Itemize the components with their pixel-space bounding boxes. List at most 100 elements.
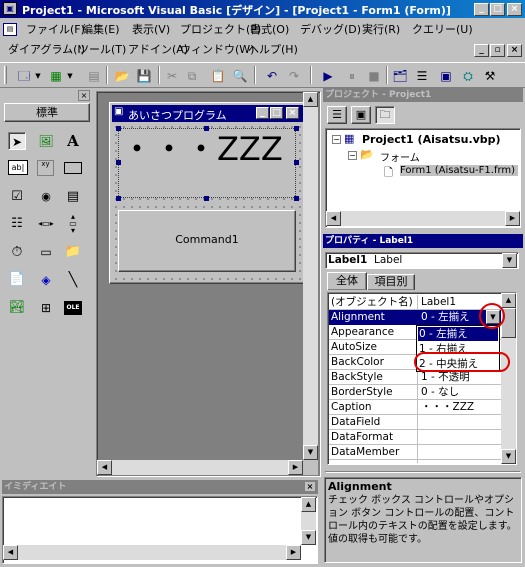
paste-icon[interactable]: 📋 [210, 68, 226, 84]
text-box-tool-icon[interactable]: ab| [8, 160, 28, 175]
menu-edit[interactable]: 編集(E) [82, 21, 120, 39]
view-code-icon[interactable]: ☰ [327, 106, 347, 124]
property-row-caption[interactable]: Caption ・・・ZZZ [329, 400, 501, 415]
tree-expand-icon[interactable]: − [332, 135, 341, 144]
menu-file[interactable]: ファイル(F) [26, 21, 85, 39]
command1-button[interactable]: Command1 [118, 210, 296, 272]
tree-expand-icon[interactable]: − [348, 151, 357, 160]
immediate-scroll-right-icon[interactable]: ▶ [286, 545, 301, 560]
find-icon[interactable]: 🔍 [232, 68, 248, 84]
toolbar-grip[interactable] [4, 66, 7, 84]
menu-query[interactable]: クエリー(U) [412, 21, 473, 39]
menu-diagram[interactable]: ダイアグラム(I) [8, 41, 85, 59]
object-selector[interactable]: Label1 Label ▼ [325, 252, 519, 269]
project-scroll-right-icon[interactable]: ▶ [505, 211, 520, 226]
alignment-option-left[interactable]: 0 - 左揃え [418, 327, 498, 341]
designer-scroll-left-icon[interactable]: ◀ [97, 460, 112, 475]
immediate-scroll-left-icon[interactable]: ◀ [3, 545, 18, 560]
project-scroll-left-icon[interactable]: ◀ [326, 211, 341, 226]
designer-scroll-up-icon[interactable]: ▲ [303, 92, 318, 107]
toggle-folders-icon[interactable]: 🗀 [375, 106, 395, 124]
object-browser-icon[interactable]: ⛭ [460, 68, 476, 84]
toolbox-icon[interactable]: ⚒ [482, 68, 498, 84]
combo-box-tool-icon[interactable]: ▤ [64, 188, 82, 206]
add-project-icon[interactable]: 🗔 [16, 68, 32, 84]
menu-run[interactable]: 実行(R) [362, 21, 400, 39]
menu-format[interactable]: 書式(O) [250, 21, 289, 39]
drive-list-tool-icon[interactable]: ▭ [37, 243, 55, 261]
picture-box-tool-icon[interactable]: 🖼 [37, 132, 55, 150]
project-root-node[interactable]: Project1 (Aisatsu.vbp) [362, 133, 501, 146]
data-tool-icon[interactable]: ⊞ [37, 299, 55, 317]
form1-close-button[interactable]: × [286, 107, 299, 119]
selection-handle[interactable] [204, 196, 209, 201]
command-button-tool-icon[interactable] [64, 162, 82, 174]
add-project-dropdown-icon[interactable]: ▼ [34, 68, 42, 84]
check-box-tool-icon[interactable]: ☑ [8, 188, 26, 206]
label-tool-icon[interactable]: A [64, 132, 82, 150]
selection-handle[interactable] [294, 160, 299, 165]
ole-tool-icon[interactable]: OLE [64, 301, 82, 315]
designer-horizontal-scrollbar[interactable] [97, 460, 303, 475]
immediate-horizontal-scrollbar[interactable] [3, 545, 301, 560]
properties-icon[interactable]: ☰ [414, 68, 430, 84]
add-form-icon[interactable]: ▦ [48, 68, 64, 84]
form-layout-icon[interactable]: ▣ [438, 68, 454, 84]
vscroll-tool-icon[interactable]: ▴ ▭ ▾ [64, 213, 82, 235]
forms-folder-node[interactable]: フォーム [380, 149, 420, 164]
toolbox-close-icon[interactable]: × [78, 90, 90, 101]
hscroll-tool-icon[interactable]: ◂▭▸ [37, 215, 55, 233]
tab-alphabetic[interactable]: 全体 [327, 272, 367, 290]
maximize-button[interactable]: □ [490, 3, 505, 16]
frame-tool-icon[interactable]: xy [37, 160, 54, 176]
add-form-dropdown-icon[interactable]: ▼ [66, 68, 74, 84]
property-row-alignment[interactable]: Alignment 0 - 左揃え [329, 310, 501, 325]
project-horizontal-scrollbar[interactable] [326, 211, 520, 226]
property-row-dataformat[interactable]: DataFormat [329, 430, 501, 445]
form1-minimize-button[interactable]: _ [256, 107, 269, 119]
line-tool-icon[interactable]: ╲ [64, 271, 82, 289]
property-row-backstyle[interactable]: BackStyle 1 - 不透明 [329, 370, 501, 385]
file-list-tool-icon[interactable]: 📄 [8, 271, 26, 289]
list-box-tool-icon[interactable]: ☷ [8, 215, 26, 233]
open-icon[interactable]: 📂 [114, 68, 130, 84]
selection-handle[interactable] [116, 160, 121, 165]
redo-icon[interactable]: ↷ [286, 68, 302, 84]
undo-icon[interactable]: ↶ [264, 68, 280, 84]
mdi-restore-button[interactable]: ▫ [490, 44, 505, 57]
immediate-scroll-up-icon[interactable]: ▲ [301, 497, 316, 512]
cut-icon[interactable]: ✂ [164, 68, 180, 84]
menu-window[interactable]: ウィンドウ(W) [180, 41, 254, 59]
project-explorer-icon[interactable]: 🗂 [392, 68, 408, 84]
mdi-form-icon[interactable]: ▤ [3, 23, 17, 36]
form1-maximize-button[interactable]: □ [270, 107, 283, 119]
designer-scroll-right-icon[interactable]: ▶ [288, 460, 303, 475]
menu-editor-icon[interactable]: ▤ [86, 68, 102, 84]
property-scroll-up-icon[interactable]: ▲ [501, 293, 516, 308]
selection-handle[interactable] [116, 126, 121, 131]
immediate-close-icon[interactable]: × [304, 481, 316, 492]
label1-control[interactable]: ・・・ZZZ [118, 128, 296, 198]
selection-handle[interactable] [294, 126, 299, 131]
menu-help[interactable]: ヘルプ(H) [248, 41, 298, 59]
mdi-minimize-button[interactable]: _ [474, 44, 489, 57]
pointer-tool-icon[interactable]: ➤ [8, 132, 26, 150]
object-selector-dropdown-icon[interactable]: ▼ [502, 253, 517, 268]
view-object-icon[interactable]: ▣ [351, 106, 371, 124]
pause-icon[interactable]: ⏸ [344, 68, 360, 84]
designer-scroll-down-icon[interactable]: ▼ [303, 445, 318, 460]
property-row-datamember[interactable]: DataMember [329, 445, 501, 460]
property-row-name[interactable]: (オブジェクト名) Label1 [329, 295, 501, 310]
dir-list-tool-icon[interactable]: 📁 [64, 243, 82, 261]
form1-file-node[interactable]: Form1 (Aisatsu-F1.frm) [400, 165, 518, 176]
menu-view[interactable]: 表示(V) [132, 21, 170, 39]
image-tool-icon[interactable]: 🏞 [8, 299, 26, 317]
save-icon[interactable]: 💾 [136, 68, 152, 84]
run-icon[interactable]: ▶ [320, 68, 336, 84]
property-row-datafield[interactable]: DataField [329, 415, 501, 430]
option-button-tool-icon[interactable]: ◉ [37, 188, 55, 206]
immediate-scroll-down-icon[interactable]: ▼ [301, 530, 316, 545]
toolbox-tab-standard[interactable]: 標準 [4, 103, 90, 122]
minimize-button[interactable]: _ [474, 3, 489, 16]
tab-categorized[interactable]: 項目別 [367, 274, 415, 290]
